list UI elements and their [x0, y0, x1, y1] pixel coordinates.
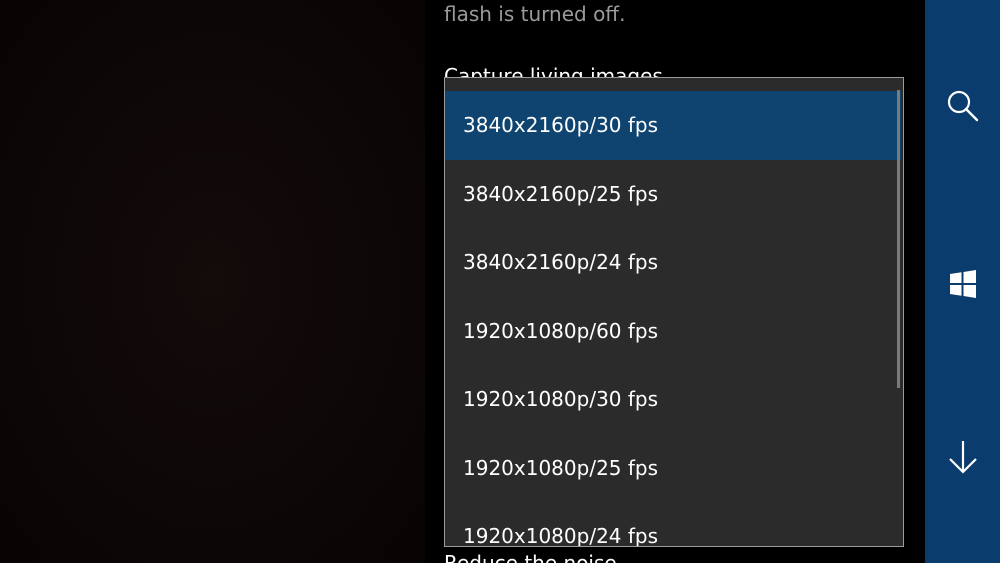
resolution-option-1920x1080p-24fps[interactable]: 1920x1080p/24 fps: [445, 502, 903, 546]
app-bar: [925, 0, 1000, 563]
resolution-option-3840x2160p-30fps[interactable]: 3840x2160p/30 fps: [445, 91, 901, 160]
resolution-option-3840x2160p-24fps[interactable]: 3840x2160p/24 fps: [445, 228, 903, 297]
resolution-option-1920x1080p-30fps[interactable]: 1920x1080p/30 fps: [445, 365, 903, 434]
search-button[interactable]: [937, 80, 988, 131]
video-resolution-dropdown[interactable]: 3840x2160p/30 fps 3840x2160p/25 fps 3840…: [444, 77, 904, 547]
resolution-option-1920x1080p-60fps[interactable]: 1920x1080p/60 fps: [445, 297, 903, 366]
windows-icon: [949, 269, 976, 298]
search-icon: [947, 90, 978, 121]
arrow-down-icon: [948, 440, 977, 474]
dropdown-scrollbar[interactable]: [897, 90, 900, 388]
next-setting-label: Reduce the noise: [444, 551, 617, 563]
windows-button[interactable]: [937, 258, 988, 309]
scroll-down-button[interactable]: [937, 431, 988, 482]
camera-viewfinder: [0, 0, 425, 563]
resolution-option-list: 3840x2160p/30 fps 3840x2160p/25 fps 3840…: [445, 91, 903, 546]
resolution-option-1920x1080p-25fps[interactable]: 1920x1080p/25 fps: [445, 434, 903, 503]
flash-description: flash is turned off.: [444, 2, 626, 26]
resolution-option-3840x2160p-25fps[interactable]: 3840x2160p/25 fps: [445, 160, 903, 229]
